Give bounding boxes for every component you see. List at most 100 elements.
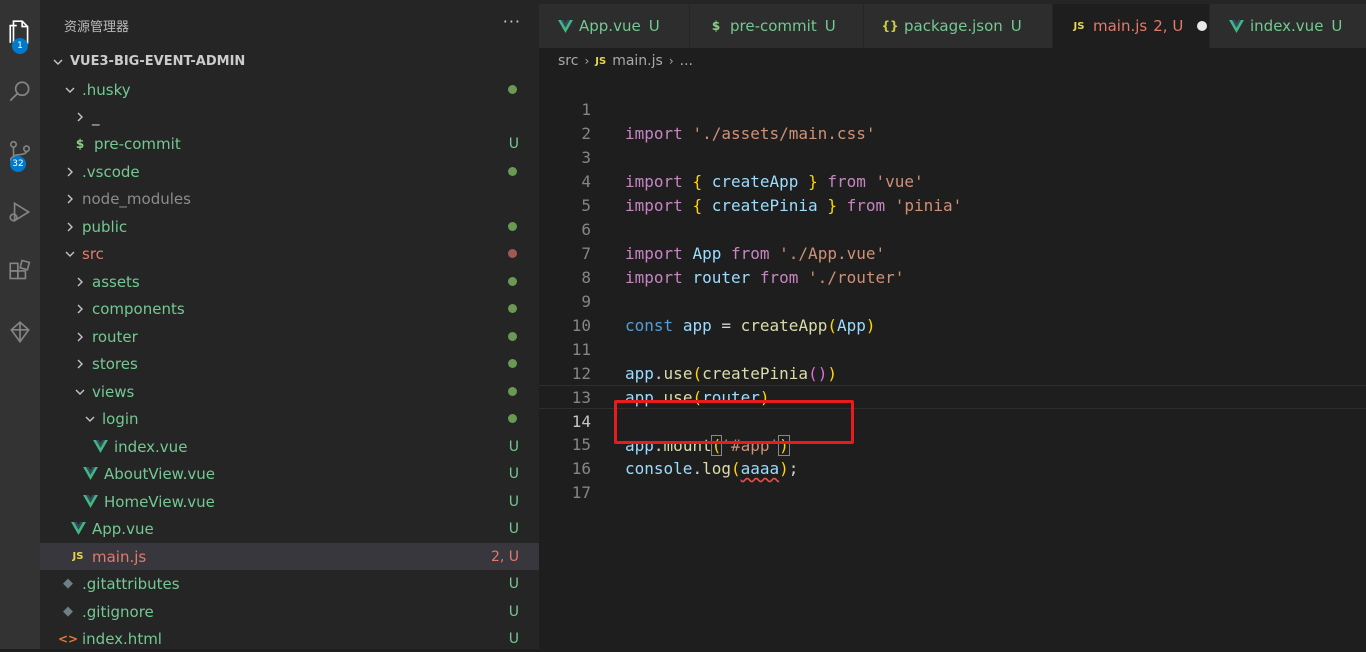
chevron-down-icon <box>82 413 98 425</box>
tab-label: App.vue <box>579 17 641 35</box>
tree-item-gitignore[interactable]: ◆ .gitignore U <box>40 598 539 625</box>
tree-item-vscode[interactable]: .vscode <box>40 158 539 185</box>
tree-item-gitattributes[interactable]: ◆ .gitattributes U <box>40 570 539 597</box>
tree-item-pre-commit[interactable]: $ pre-commit U <box>40 130 539 157</box>
more-actions-icon[interactable]: ··· <box>503 12 521 31</box>
tree-item-public[interactable]: public <box>40 213 539 240</box>
modified-dot-icon <box>508 414 517 423</box>
modified-dot-icon <box>508 332 517 341</box>
git-file-icon: ◆ <box>63 604 73 619</box>
project-root[interactable]: VUE3-BIG-EVENT-ADMIN <box>40 48 539 75</box>
tree-item-stores[interactable]: stores <box>40 350 539 377</box>
editor-tabs: App.vue U $ pre-commit U {} package.json… <box>539 0 1366 48</box>
tree-item-homeview-vue[interactable]: HomeView.vue U <box>40 488 539 515</box>
tree-item-label: node_modules <box>82 189 191 208</box>
tab-label: package.json <box>904 17 1003 35</box>
breadcrumb-file[interactable]: main.js <box>612 53 663 69</box>
code-line: 1 import './assets/main.css' <box>539 74 1366 143</box>
tree-item-label: HomeView.vue <box>104 492 215 511</box>
json-icon: {} <box>881 19 899 33</box>
explorer-icon[interactable]: 1 <box>0 8 40 56</box>
js-icon: JS <box>595 55 607 67</box>
tree-item-login[interactable]: login <box>40 405 539 432</box>
tree-item-underscore[interactable]: _ <box>40 103 539 130</box>
git-status: U <box>508 438 519 455</box>
tree-item-assets[interactable]: assets <box>40 268 539 295</box>
tree-item-husky[interactable]: .husky <box>40 76 539 103</box>
modified-dot-icon <box>508 277 517 286</box>
vue-icon <box>82 495 98 508</box>
git-status: U <box>508 465 519 482</box>
tree-item-label: login <box>102 409 139 428</box>
tree-item-app-vue[interactable]: App.vue U <box>40 515 539 542</box>
tree-item-label: main.js <box>92 547 147 566</box>
chevron-down-icon <box>62 248 78 260</box>
tab-pre-commit[interactable]: $ pre-commit U <box>690 4 863 48</box>
error-dot-icon <box>508 249 517 258</box>
run-debug-icon[interactable] <box>0 188 40 236</box>
git-status: U <box>508 135 519 152</box>
tab-status: U <box>1331 17 1343 35</box>
modified-dot-icon <box>508 387 517 396</box>
modified-dot-icon <box>508 222 517 231</box>
code-line: 5 <box>539 170 1366 215</box>
project-name: VUE3-BIG-EVENT-ADMIN <box>70 54 246 69</box>
code-line: 2 <box>539 98 1366 143</box>
breadcrumb-folder[interactable]: src <box>558 53 578 69</box>
tree-item-aboutview-vue[interactable]: AboutView.vue U <box>40 460 539 487</box>
js-icon: JS <box>1073 20 1085 32</box>
code-line: 8 <box>539 242 1366 287</box>
search-icon[interactable] <box>0 68 40 116</box>
modified-dot-icon <box>508 359 517 368</box>
tree-item-label: .vscode <box>82 162 140 181</box>
tree-item-components[interactable]: components <box>40 295 539 322</box>
vue-icon <box>1228 19 1244 33</box>
chevron-right-icon <box>72 111 88 123</box>
tree-item-label: .husky <box>82 80 131 99</box>
code-editor[interactable]: 1 import './assets/main.css' 2 3 import … <box>539 72 1366 649</box>
tree-item-label: index.vue <box>114 437 188 456</box>
source-control-icon[interactable]: 32 <box>0 128 40 176</box>
code-line: 12 app.use(router) <box>539 338 1366 407</box>
tree-item-label: stores <box>92 354 138 373</box>
tree-item-label: .gitignore <box>82 602 154 621</box>
code-line: 7 import router from './router' <box>539 218 1366 287</box>
tree-item-node-modules[interactable]: node_modules <box>40 185 539 212</box>
extensions-icon[interactable] <box>0 248 40 296</box>
chevron-right-icon <box>62 193 78 205</box>
breadcrumb: src › JS main.js › ... <box>558 53 699 69</box>
modified-dot-icon <box>508 304 517 313</box>
tree-item-router[interactable]: router <box>40 323 539 350</box>
tree-item-label: assets <box>92 272 140 291</box>
unsaved-dot-icon[interactable] <box>1197 21 1208 31</box>
tree-item-label: router <box>92 327 138 346</box>
tab-label: index.vue <box>1250 17 1324 35</box>
tab-main-js[interactable]: JS main.js 2, U <box>1053 4 1209 48</box>
breadcrumb-symbols[interactable]: ... <box>680 53 693 69</box>
code-line: 13 <box>539 362 1366 407</box>
tree-item-label: views <box>92 382 135 401</box>
chevron-right-icon <box>72 358 88 370</box>
tree-item-src[interactable]: src <box>40 240 539 267</box>
chevron-right-icon: › <box>668 54 674 68</box>
activity-bar: 1 32 <box>0 0 40 649</box>
modified-dot-icon <box>508 167 517 176</box>
vue-icon <box>70 522 86 535</box>
tab-index-vue[interactable]: index.vue U <box>1210 4 1366 48</box>
tree-item-label: components <box>92 299 185 318</box>
tree-item-label: .gitattributes <box>82 574 180 593</box>
tab-package-json[interactable]: {} package.json U <box>864 4 1052 48</box>
explorer-badge: 1 <box>12 38 28 54</box>
highlight-annotation-box <box>614 400 854 444</box>
tree-item-index-html[interactable]: <> index.html U <box>40 625 539 652</box>
tree-item-views[interactable]: views <box>40 378 539 405</box>
code-line: 4 import { createPinia } from 'pinia' <box>539 146 1366 215</box>
shell-icon: $ <box>711 19 721 33</box>
tree-item-index-vue[interactable]: index.vue U <box>40 433 539 460</box>
tree-item-main-js[interactable]: JS main.js 2, U <box>40 543 539 570</box>
tree-item-label: public <box>82 217 128 236</box>
remote-icon[interactable] <box>0 308 40 356</box>
code-line: 10 <box>539 290 1366 335</box>
tab-app-vue[interactable]: App.vue U <box>539 4 689 48</box>
chevron-right-icon <box>72 303 88 315</box>
